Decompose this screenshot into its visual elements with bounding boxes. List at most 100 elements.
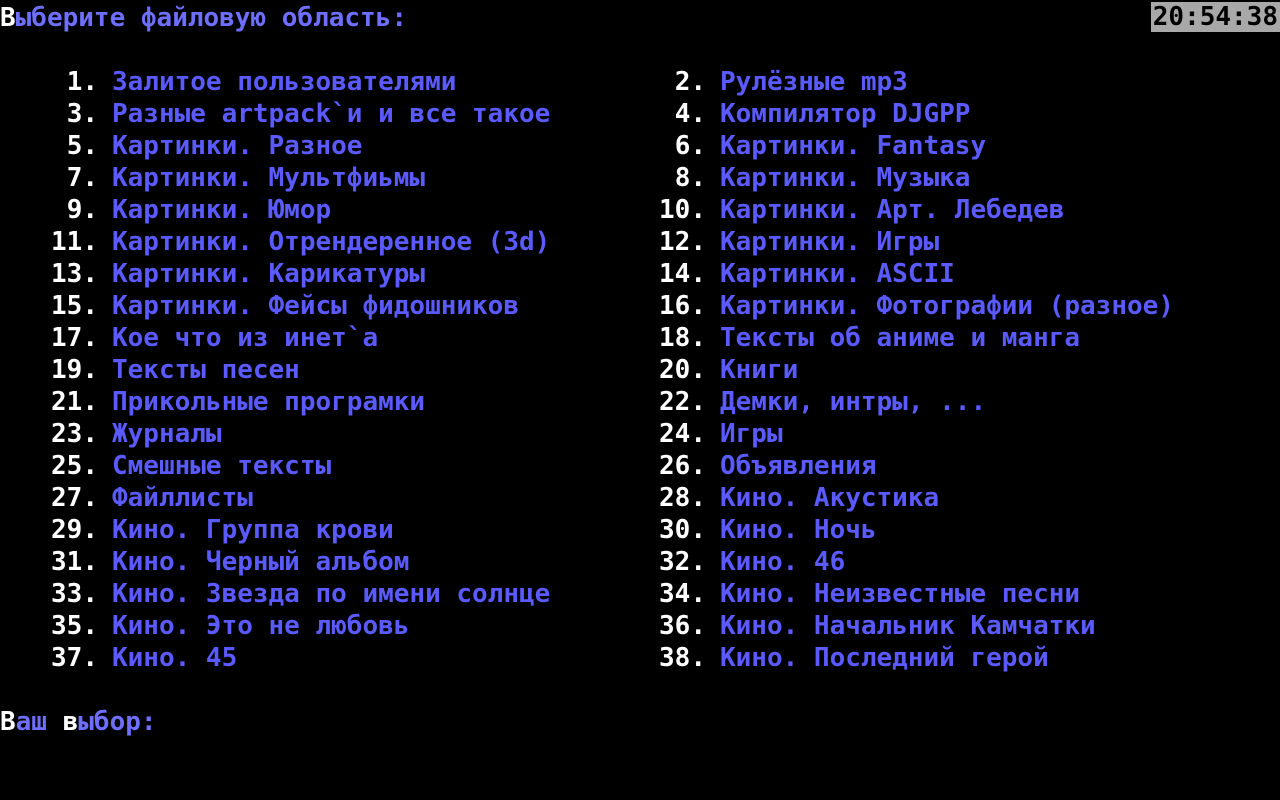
file-area-label: Картинки. Арт. Лебедев xyxy=(720,195,1065,225)
clock: 20:54:38 xyxy=(1150,2,1280,32)
file-area-item[interactable]: 16. Картинки. Фотографии (разное) xyxy=(608,290,1280,322)
file-area-label: Картинки. Мультфиьмы xyxy=(112,163,426,193)
file-area-item[interactable]: 32. Кино. 46 xyxy=(608,546,1280,578)
file-area-label: Кино. Группа крови xyxy=(112,515,394,545)
file-area-label: Картинки. ASCII xyxy=(720,259,955,289)
file-area-number: 23. xyxy=(51,419,98,449)
file-area-number: 14. xyxy=(659,259,706,289)
file-area-number: 28. xyxy=(659,483,706,513)
file-area-number: 4. xyxy=(674,99,706,129)
file-area-number: 25. xyxy=(51,451,98,481)
file-area-item[interactable]: 38. Кино. Последний герой xyxy=(608,642,1280,674)
file-area-item[interactable]: 33. Кино. Звезда по имени солнце xyxy=(0,578,640,610)
choice-text-1: аш xyxy=(15,707,63,737)
file-area-number: 13. xyxy=(51,259,98,289)
file-area-list-right: 2. Рулёзные mp3 4. Компилятор DJGPP 6. Картин… xyxy=(608,66,1280,674)
file-area-number: 36. xyxy=(659,611,706,641)
file-area-item[interactable]: 36. Кино. Начальник Камчатки xyxy=(608,610,1280,642)
file-area-number: 30. xyxy=(659,515,706,545)
file-area-item[interactable]: 28. Кино. Акустика xyxy=(608,482,1280,514)
file-area-item[interactable]: 9. Картинки. Юмор xyxy=(0,194,640,226)
file-area-label: Картинки. Fantasy xyxy=(720,131,987,161)
file-area-number: 5. xyxy=(66,131,98,161)
file-area-label: Смешные тексты xyxy=(112,451,332,481)
file-area-number: 26. xyxy=(659,451,706,481)
file-area-item[interactable]: 27. Файллисты xyxy=(0,482,640,514)
file-area-item[interactable]: 24. Игры xyxy=(608,418,1280,450)
file-area-item[interactable]: 29. Кино. Группа крови xyxy=(0,514,640,546)
file-area-number: 9. xyxy=(66,195,98,225)
bbs-terminal-screen: Выберите файловую область: 20:54:38 1. За… xyxy=(0,0,1280,800)
file-area-item[interactable]: 19. Тексты песен xyxy=(0,354,640,386)
file-area-item[interactable]: 11. Картинки. Отрендеренное (3d) xyxy=(0,226,640,258)
file-area-number: 24. xyxy=(659,419,706,449)
file-area-item[interactable]: 34. Кино. Неизвестные песни xyxy=(608,578,1280,610)
file-area-item[interactable]: 25. Смешные тексты xyxy=(0,450,640,482)
file-area-item[interactable]: 6. Картинки. Fantasy xyxy=(608,130,1280,162)
file-area-number: 7. xyxy=(66,163,98,193)
file-area-label: Картинки. Музыка xyxy=(720,163,971,193)
file-area-number: 27. xyxy=(51,483,98,513)
file-area-item[interactable]: 35. Кино. Это не любовь xyxy=(0,610,640,642)
file-area-number: 19. xyxy=(51,355,98,385)
file-area-number: 35. xyxy=(51,611,98,641)
file-area-label: Тексты песен xyxy=(112,355,300,385)
file-area-item[interactable]: 1. Залитое пользователями xyxy=(0,66,640,98)
file-area-number: 38. xyxy=(659,643,706,673)
file-area-label: Демки, интры, ... xyxy=(720,387,987,417)
file-area-label: Рулёзные mp3 xyxy=(720,67,908,97)
file-area-number: 18. xyxy=(659,323,706,353)
file-area-item[interactable]: 12. Картинки. Игры xyxy=(608,226,1280,258)
file-area-label: Игры xyxy=(720,419,783,449)
file-area-label: Картинки. Игры xyxy=(720,227,940,257)
prompt-hotkey-letter: В xyxy=(0,3,16,33)
file-area-item[interactable]: 37. Кино. 45 xyxy=(0,642,640,674)
file-area-item[interactable]: 20. Книги xyxy=(608,354,1280,386)
file-area-number: 15. xyxy=(51,291,98,321)
file-area-item[interactable]: 10. Картинки. Арт. Лебедев xyxy=(608,194,1280,226)
file-area-number: 12. xyxy=(659,227,706,257)
choice-text-2: ыбор: xyxy=(78,707,157,737)
file-area-label: Компилятор DJGPP xyxy=(720,99,971,129)
file-area-item[interactable]: 15. Картинки. Фейсы фидошников xyxy=(0,290,640,322)
file-area-item[interactable]: 31. Кино. Черный альбом xyxy=(0,546,640,578)
file-area-label: Книги xyxy=(720,355,799,385)
file-area-item[interactable]: 14. Картинки. ASCII xyxy=(608,258,1280,290)
file-area-label: Кино. Акустика xyxy=(720,483,940,513)
prompt-text: ыберите файловую область: xyxy=(15,3,407,33)
file-area-label: Кино. Это не любовь xyxy=(112,611,410,641)
file-area-item[interactable]: 21. Прикольные програмки xyxy=(0,386,640,418)
file-area-label: Прикольные програмки xyxy=(112,387,426,417)
file-area-item[interactable]: 26. Объявления xyxy=(608,450,1280,482)
file-area-item[interactable]: 22. Демки, интры, ... xyxy=(608,386,1280,418)
file-area-item[interactable]: 23. Журналы xyxy=(0,418,640,450)
file-area-number: 22. xyxy=(659,387,706,417)
file-area-label: Кое что из инет`а xyxy=(112,323,379,353)
choice-prompt[interactable]: Ваш выбор: xyxy=(0,706,157,738)
file-area-item[interactable]: 3. Разные artpack`и и все такое xyxy=(0,98,640,130)
file-area-item[interactable]: 8. Картинки. Музыка xyxy=(608,162,1280,194)
file-area-label: Картинки. Отрендеренное (3d) xyxy=(112,227,551,257)
file-area-item[interactable]: 13. Картинки. Карикатуры xyxy=(0,258,640,290)
file-area-item[interactable]: 7. Картинки. Мультфиьмы xyxy=(0,162,640,194)
file-area-label: Кино. 46 xyxy=(720,547,846,577)
file-area-number: 34. xyxy=(659,579,706,609)
file-area-label: Файллисты xyxy=(112,483,253,513)
file-area-label: Картинки. Разное xyxy=(112,131,363,161)
file-area-item[interactable]: 2. Рулёзные mp3 xyxy=(608,66,1280,98)
file-area-number: 11. xyxy=(51,227,98,257)
file-area-item[interactable]: 5. Картинки. Разное xyxy=(0,130,640,162)
file-area-number: 10. xyxy=(659,195,706,225)
file-area-label: Кино. Неизвестные песни xyxy=(720,579,1081,609)
file-area-item[interactable]: 30. Кино. Ночь xyxy=(608,514,1280,546)
file-area-label: Разные artpack`и и все такое xyxy=(112,99,551,129)
file-area-label: Кино. Ночь xyxy=(720,515,877,545)
file-area-number: 6. xyxy=(674,131,706,161)
file-area-item[interactable]: 18. Тексты об аниме и манга xyxy=(608,322,1280,354)
file-area-number: 17. xyxy=(51,323,98,353)
file-area-label: Картинки. Фейсы фидошников xyxy=(112,291,519,321)
file-area-number: 21. xyxy=(51,387,98,417)
file-area-number: 2. xyxy=(674,67,706,97)
file-area-item[interactable]: 4. Компилятор DJGPP xyxy=(608,98,1280,130)
file-area-item[interactable]: 17. Кое что из инет`а xyxy=(0,322,640,354)
